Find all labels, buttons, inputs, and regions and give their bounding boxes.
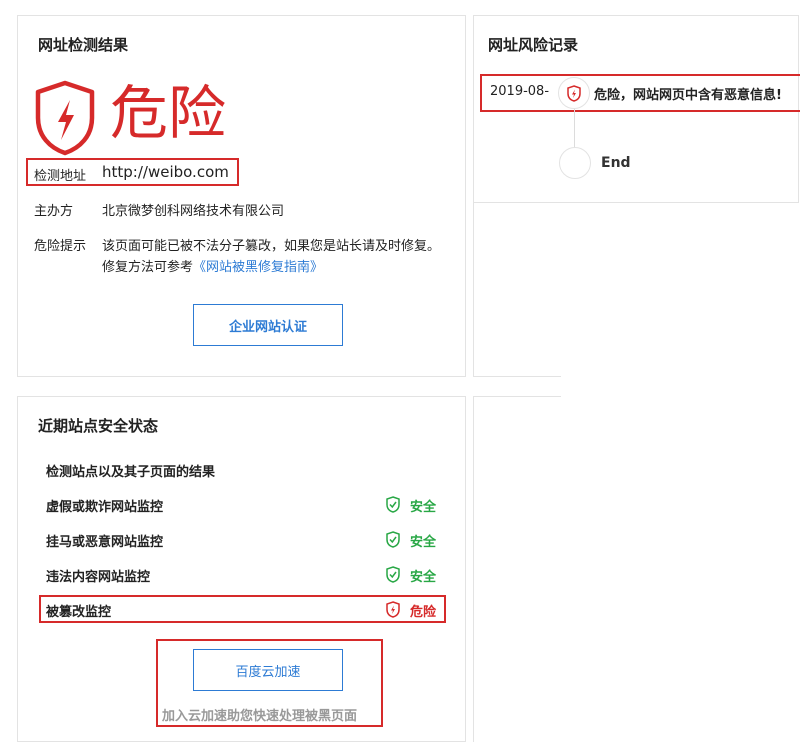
status-row-label: 违法内容网站监控 [46,570,151,585]
risk-history-panel: 网址风险记录 2019-08- 危险，网站网页中含有恶意信息! End [473,15,800,203]
status-row-label: 挂马或恶意网站监控 [46,535,164,550]
url-value: http://weibo.com [102,163,229,181]
danger-shield-icon [34,80,96,156]
right-column-divider [473,396,561,397]
owner-value: 北京微梦创科网络技术有限公司 [102,204,285,219]
status-row-label: 被篡改监控 [46,605,112,620]
status-row-state: 安全 [410,570,437,585]
history-entry-text: 危险，网站网页中含有恶意信息! [594,88,782,103]
right-column-edge [473,396,474,742]
safe-shield-icon [386,531,400,548]
danger-shield-icon [567,84,581,102]
status-row-label: 虚假或欺诈网站监控 [46,500,164,515]
panel-title: 近期站点安全状态 [38,417,159,435]
status-row-state: 危险 [410,605,437,620]
owner-label: 主办方 [34,204,74,219]
status-subtitle: 检测站点以及其子页面的结果 [46,465,216,480]
history-date: 2019-08- [490,84,550,99]
enterprise-cert-button[interactable]: 企业网站认证 [193,304,343,346]
timeline-danger-node [558,77,590,109]
tip-line2: 修复方法可参考《网站被黑修复指南》 [102,256,323,275]
timeline-end-label: End [601,155,631,171]
timeline-line [574,108,575,148]
right-column-divider [473,376,561,377]
safe-shield-icon [386,496,400,513]
repair-guide-link[interactable]: 《网站被黑修复指南》 [193,260,323,275]
status-row-state: 安全 [410,535,437,550]
status-row-state: 安全 [410,500,437,515]
timeline-end-node [559,147,591,179]
right-column-edge [473,203,474,377]
safe-shield-icon [386,566,400,583]
panel-title: 网址风险记录 [488,36,579,54]
tip-line2-prefix: 修复方法可参考 [102,260,194,275]
panel-title: 网址检测结果 [38,36,129,54]
danger-shield-icon [386,601,400,618]
verdict-text: 危险 [110,79,227,147]
security-status-panel: 近期站点安全状态 检测站点以及其子页面的结果 虚假或欺诈网站监控 安全 挂马或恶… [17,396,466,742]
url-label: 检测地址 [34,169,87,184]
tip-line1: 该页面可能已被不法分子篡改，如果您是站长请及时修复。 [102,239,441,254]
tip-label: 危险提示 [34,239,87,254]
baidu-cloud-accel-button[interactable]: 百度云加速 [193,649,343,691]
accel-note: 加入云加速助您快速处理被黑页面 [162,709,358,724]
detection-result-panel: 网址检测结果 危险 检测地址 http://weibo.com 主办方 北京微梦… [17,15,466,377]
